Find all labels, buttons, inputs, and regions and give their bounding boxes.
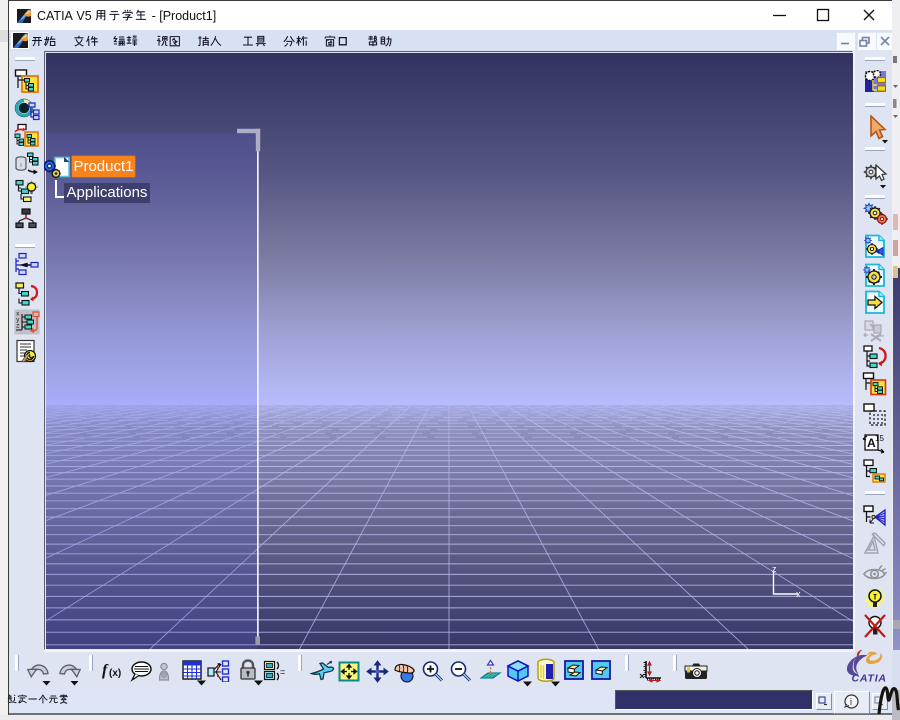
svg-text:x: x xyxy=(796,589,801,599)
svg-text:z: z xyxy=(16,323,20,330)
svg-text:f: f xyxy=(102,662,109,679)
svg-text:(x): (x) xyxy=(109,668,121,679)
svg-text:=: = xyxy=(280,667,285,677)
svg-text:15: 15 xyxy=(875,434,884,443)
svg-text:z: z xyxy=(772,564,777,574)
